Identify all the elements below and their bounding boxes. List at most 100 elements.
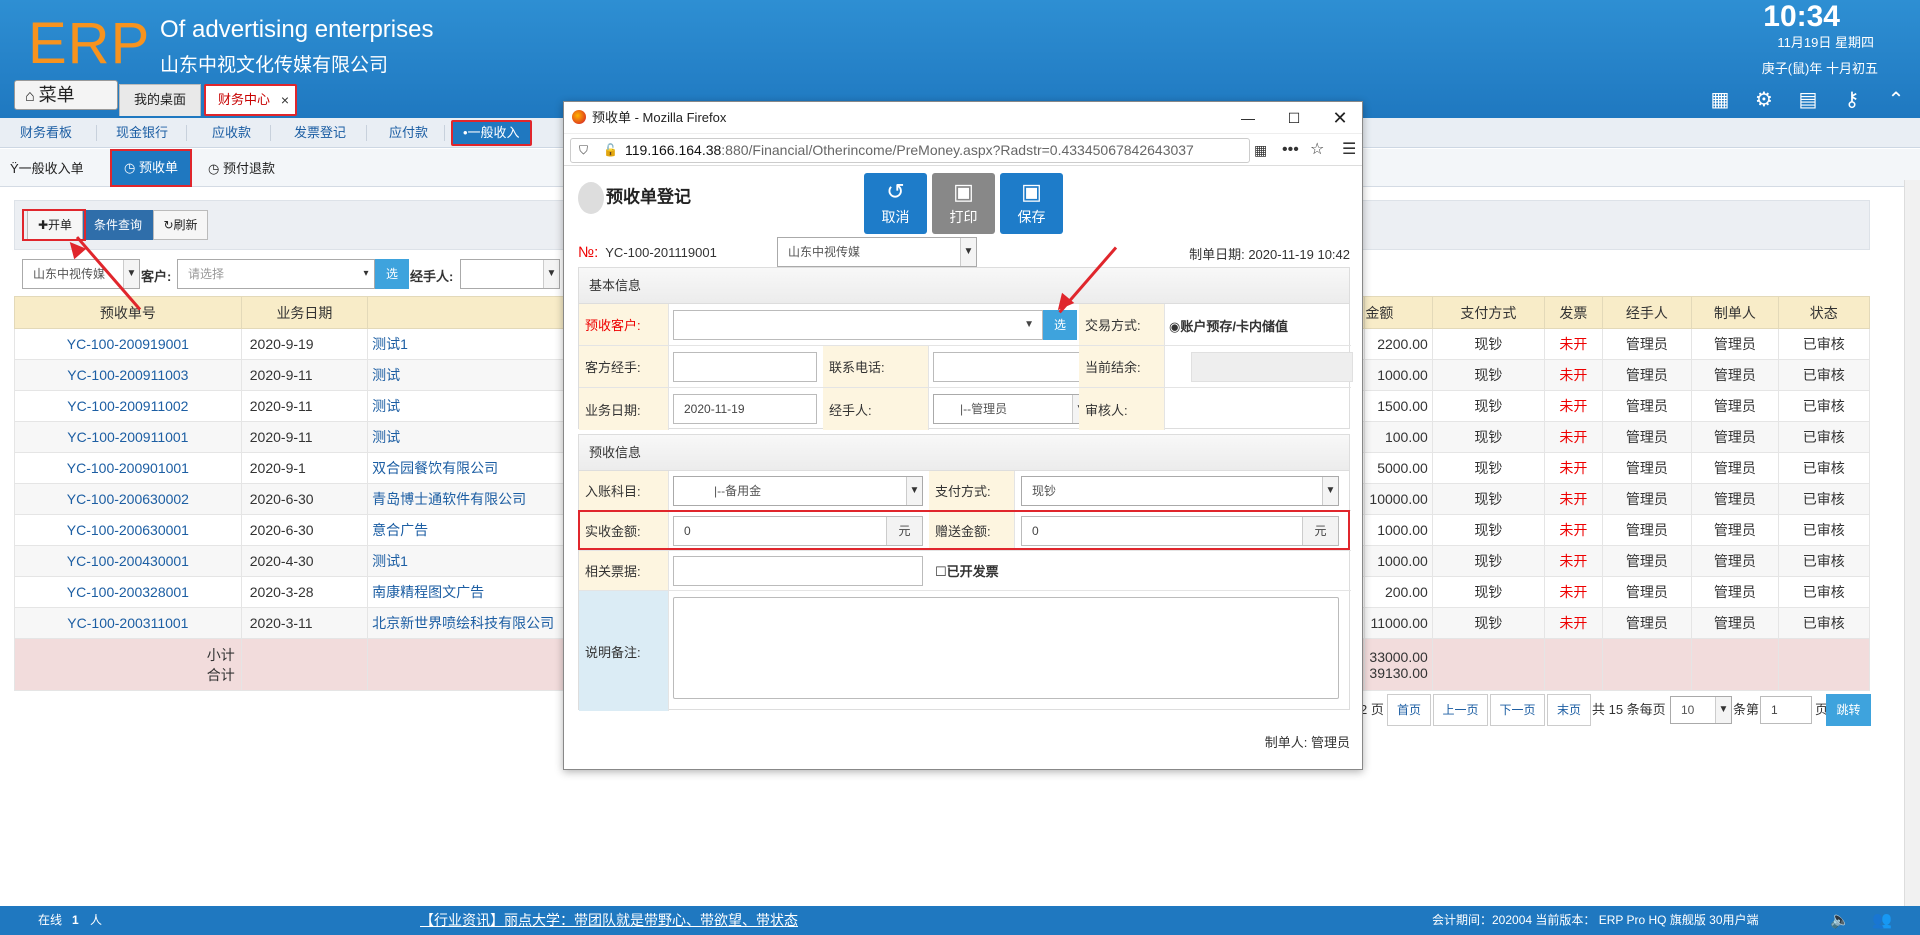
gift-icon[interactable]: ▤ bbox=[1796, 88, 1820, 112]
pager-per-page-select[interactable]: 10 ▼ bbox=[1670, 696, 1732, 724]
customer-pick-button[interactable]: 选 bbox=[1043, 310, 1077, 340]
cell-no[interactable]: YC-100-200911002 bbox=[14, 390, 242, 422]
cell-no[interactable]: YC-100-200630001 bbox=[14, 514, 242, 546]
hamburger-icon[interactable]: ☰ bbox=[1342, 138, 1356, 162]
invoiced-checkbox[interactable]: ☐已开发票 bbox=[935, 561, 999, 580]
pager-page-input[interactable]: 1 bbox=[1760, 696, 1812, 724]
subnav-item-payable[interactable]: 应付款 bbox=[389, 118, 428, 148]
cell-invoice: 未开 bbox=[1544, 328, 1603, 360]
page-scrollbar[interactable] bbox=[1904, 180, 1920, 906]
cell-maker: 管理员 bbox=[1691, 576, 1779, 608]
customer-filter-input[interactable]: 请选择 ▾ bbox=[177, 259, 375, 289]
totals-amounts: 33000.00 39130.00 bbox=[1364, 638, 1433, 691]
pager-prev-button[interactable]: 上一页 bbox=[1433, 694, 1488, 726]
balance-label: 当前结余: bbox=[1079, 346, 1165, 387]
cell-pay: 现钞 bbox=[1431, 390, 1546, 422]
pager-go-button[interactable]: 跳转 bbox=[1826, 694, 1871, 726]
cell-status: 已审核 bbox=[1777, 328, 1871, 360]
handler-select[interactable]: |--管理员▼ bbox=[933, 394, 1089, 424]
col-header-no[interactable]: 预收单号 bbox=[14, 296, 242, 329]
customer-input[interactable]: ▼ bbox=[673, 310, 1043, 340]
company-select[interactable]: 山东中视传媒 ▼ bbox=[22, 259, 140, 289]
online-unit: 人 bbox=[90, 913, 103, 927]
cell-status: 已审核 bbox=[1777, 390, 1871, 422]
apps-icon[interactable]: ▦ bbox=[1708, 88, 1732, 112]
star-icon[interactable]: ☆ bbox=[1310, 138, 1324, 162]
pager-last-button[interactable]: 末页 bbox=[1547, 694, 1591, 726]
subnav2-prepay-refund[interactable]: ◷ 预付退款 bbox=[208, 157, 275, 181]
subnav-item-general-income[interactable]: •一般收入 bbox=[451, 120, 532, 146]
query-button[interactable]: 条件查询 bbox=[83, 210, 153, 240]
subnav2-prereceipt[interactable]: ◷ 预收单 bbox=[110, 149, 192, 187]
refresh-label: 刷新 bbox=[173, 218, 198, 232]
total-label: 合计 bbox=[206, 666, 235, 683]
refresh-button[interactable]: ↻刷新 bbox=[153, 210, 208, 240]
maximize-icon[interactable]: ☐ bbox=[1274, 102, 1314, 134]
cell-no[interactable]: YC-100-200919001 bbox=[14, 328, 242, 360]
print-button[interactable]: ▣ 打印 bbox=[932, 173, 995, 234]
cell-status: 已审核 bbox=[1777, 359, 1871, 391]
cell-pay: 现钞 bbox=[1431, 421, 1546, 453]
cell-no[interactable]: YC-100-200911001 bbox=[14, 421, 242, 453]
cell-no[interactable]: YC-100-200911003 bbox=[14, 359, 242, 391]
account-select[interactable]: |--备用金 ▼ bbox=[673, 476, 923, 506]
col-header-date[interactable]: 业务日期 bbox=[240, 296, 369, 329]
phone-input[interactable] bbox=[933, 352, 1089, 382]
pager-first-button[interactable]: 首页 bbox=[1387, 694, 1431, 726]
tab-desktop[interactable]: 我的桌面 bbox=[119, 84, 201, 116]
col-header-invoice[interactable]: 发票 bbox=[1544, 296, 1603, 329]
more-icon[interactable]: ••• bbox=[1282, 138, 1299, 162]
bizdate-input[interactable]: 2020-11-19 bbox=[673, 394, 817, 424]
trade-radio[interactable]: ◉账户预存/卡内储值 bbox=[1169, 316, 1288, 335]
bill-input[interactable] bbox=[673, 556, 923, 586]
col-header-handler[interactable]: 经手人 bbox=[1601, 296, 1693, 329]
speaker-icon[interactable]: 🔈 bbox=[1830, 906, 1850, 935]
col-header-maker[interactable]: 制单人 bbox=[1691, 296, 1779, 329]
subnav-item-dashboard[interactable]: 财务看板 bbox=[20, 118, 72, 148]
handler-filter-select[interactable]: ▼ bbox=[460, 259, 560, 289]
subnav2-general-income[interactable]: Ÿ一般收入单 bbox=[10, 157, 84, 181]
cell-no[interactable]: YC-100-200630002 bbox=[14, 483, 242, 515]
customer-select-button[interactable]: 选 bbox=[375, 259, 409, 289]
qr-icon[interactable]: ▦ bbox=[1254, 138, 1267, 162]
col-header-status[interactable]: 状态 bbox=[1777, 296, 1871, 329]
dialog-company-select[interactable]: 山东中视传媒 ▼ bbox=[777, 237, 977, 267]
cell-handler: 管理员 bbox=[1601, 514, 1693, 546]
form-row-bill: 相关票据: ☐已开发票 bbox=[579, 551, 1351, 591]
gear-icon[interactable]: ⚙ bbox=[1752, 88, 1776, 112]
col-header-pay[interactable]: 支付方式 bbox=[1431, 296, 1546, 329]
cell-invoice: 未开 bbox=[1544, 545, 1603, 577]
cell-invoice: 未开 bbox=[1544, 514, 1603, 546]
contact-input[interactable] bbox=[673, 352, 817, 382]
users-icon[interactable]: 👥 bbox=[1872, 906, 1892, 935]
news-ticker[interactable]: 【行业资讯】丽点大学：带团队就是带野心、带欲望、带状态 bbox=[420, 906, 798, 935]
remark-textarea[interactable] bbox=[673, 597, 1339, 699]
close-icon[interactable]: × bbox=[281, 86, 289, 114]
cell-pay: 现钞 bbox=[1431, 514, 1546, 546]
collapse-icon[interactable]: ⌃ bbox=[1884, 88, 1908, 112]
cancel-button[interactable]: ↺ 取消 bbox=[864, 173, 927, 234]
cell-no[interactable]: YC-100-200901001 bbox=[14, 452, 242, 484]
col-header-amount[interactable]: 金额 bbox=[1364, 296, 1433, 329]
tab-finance[interactable]: 财务中心 × bbox=[204, 84, 297, 116]
totals-labels: 小计 合计 bbox=[14, 638, 242, 691]
url-field[interactable]: ⛉ 🔓 119.166.164.38:880/Financial/Otherin… bbox=[570, 138, 1250, 163]
pager-next-button[interactable]: 下一页 bbox=[1490, 694, 1545, 726]
cell-no[interactable]: YC-100-200311001 bbox=[14, 607, 242, 639]
subnav-item-cash[interactable]: 现金银行 bbox=[116, 118, 168, 148]
paymethod-select[interactable]: 现钞 ▼ bbox=[1021, 476, 1339, 506]
close-icon[interactable]: ✕ bbox=[1320, 102, 1360, 134]
subnav-item-receivable[interactable]: 应收款 bbox=[212, 118, 251, 148]
cell-date: 2020-4-30 bbox=[240, 545, 369, 577]
cell-no[interactable]: YC-100-200328001 bbox=[14, 576, 242, 608]
form-row-remark: 说明备注: bbox=[579, 591, 1351, 711]
form-row-customer: 预收客户: ▼ 选 交易方式: ◉账户预存/卡内储值 bbox=[579, 304, 1351, 346]
subnav-item-invoice[interactable]: 发票登记 bbox=[294, 118, 346, 148]
menu-button[interactable]: ⌂ 菜单 bbox=[14, 80, 118, 110]
subnav2-prepay-refund-label: 预付退款 bbox=[222, 161, 275, 176]
balance-field bbox=[1191, 352, 1353, 382]
cell-no[interactable]: YC-100-200430001 bbox=[14, 545, 242, 577]
minimize-icon[interactable]: — bbox=[1228, 102, 1268, 134]
save-button[interactable]: ▣ 保存 bbox=[1000, 173, 1063, 234]
key-icon[interactable]: ⚷ bbox=[1840, 88, 1864, 112]
